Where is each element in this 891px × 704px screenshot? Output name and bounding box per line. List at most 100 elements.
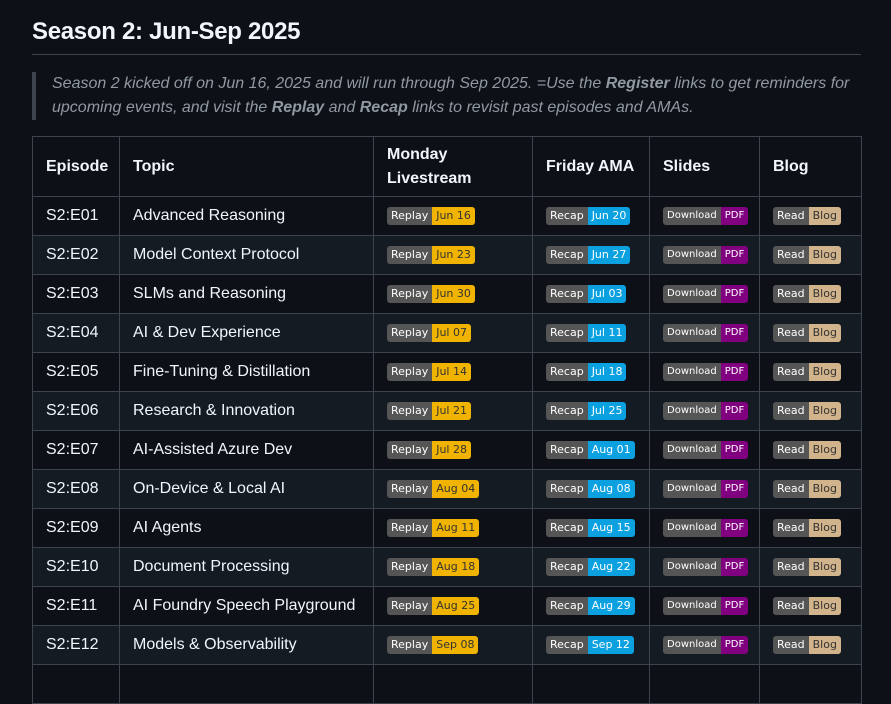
slides-cell: Download PDF — [649, 196, 760, 236]
replay-badge[interactable]: Replay Jul 28 — [387, 440, 471, 459]
recap-badge[interactable]: Recap Aug 01 — [546, 440, 635, 459]
replay-badge-value: Jul 07 — [432, 323, 471, 342]
download-pdf-badge-value: PDF — [720, 557, 749, 576]
ama-cell: Recap Jun 27 — [532, 235, 650, 275]
replay-badge[interactable]: Replay Jun 30 — [387, 284, 475, 303]
recap-badge[interactable]: Recap Jul 11 — [546, 323, 627, 342]
recap-badge[interactable]: Recap Aug 08 — [546, 479, 635, 498]
download-pdf-badge[interactable]: Download PDF — [663, 323, 749, 342]
recap-badge[interactable]: Recap Jul 03 — [546, 284, 627, 303]
read-blog-badge[interactable]: Read Blog — [773, 206, 841, 225]
topic-cell: Document Processing — [119, 547, 374, 587]
table-row: S2:E10 Document Processing Replay Aug 18 … — [32, 547, 862, 587]
read-blog-badge-label: Read — [773, 557, 809, 576]
download-pdf-badge[interactable]: Download PDF — [663, 596, 749, 615]
blog-cell: Read Blog — [759, 235, 862, 275]
recap-badge[interactable]: Recap Jul 18 — [546, 362, 627, 381]
read-blog-badge[interactable]: Read Blog — [773, 401, 841, 420]
episode-cell: S2:E03 — [32, 274, 120, 314]
livestream-cell: Replay Jul 14 — [373, 352, 533, 392]
replay-badge-label: Replay — [387, 284, 433, 303]
table-row: S2:E06 Research & Innovation Replay Jul 2… — [32, 391, 862, 431]
table-row: S2:E03 SLMs and Reasoning Replay Jun 30 R… — [32, 274, 862, 314]
read-blog-badge[interactable]: Read Blog — [773, 440, 841, 459]
download-pdf-badge[interactable]: Download PDF — [663, 245, 749, 264]
replay-badge[interactable]: Replay Aug 11 — [387, 518, 480, 537]
intro-bold-register: Register — [605, 75, 670, 92]
replay-badge[interactable]: Replay Sep 08 — [387, 635, 479, 654]
recap-badge-value: Jul 18 — [587, 362, 627, 381]
replay-badge[interactable]: Replay Jul 21 — [387, 401, 471, 420]
recap-badge-value: Jul 11 — [587, 323, 627, 342]
blog-cell: Read Blog — [759, 586, 862, 626]
intro-text: Season 2 kicked off on Jun 16, 2025 and … — [52, 75, 606, 92]
blog-cell: Read Blog — [759, 352, 862, 392]
episode-cell: S2:E02 — [32, 235, 120, 275]
download-pdf-badge[interactable]: Download PDF — [663, 362, 749, 381]
slides-cell: Download PDF — [649, 274, 760, 314]
read-blog-badge[interactable]: Read Blog — [773, 245, 841, 264]
recap-badge[interactable]: Recap Aug 29 — [546, 596, 635, 615]
download-pdf-badge[interactable]: Download PDF — [663, 557, 749, 576]
header-slides: Slides — [649, 136, 760, 197]
replay-badge[interactable]: Replay Aug 04 — [387, 479, 480, 498]
replay-badge-label: Replay — [387, 518, 433, 537]
download-pdf-badge[interactable]: Download PDF — [663, 401, 749, 420]
download-pdf-badge[interactable]: Download PDF — [663, 518, 749, 537]
recap-badge[interactable]: Recap Aug 22 — [546, 557, 635, 576]
read-blog-badge-label: Read — [773, 518, 809, 537]
livestream-cell: Replay Aug 25 — [373, 586, 533, 626]
read-blog-badge-label: Read — [773, 362, 809, 381]
download-pdf-badge[interactable]: Download PDF — [663, 635, 749, 654]
download-pdf-badge[interactable]: Download PDF — [663, 284, 749, 303]
topic-cell: Advanced Reasoning — [119, 196, 374, 236]
read-blog-badge[interactable]: Read Blog — [773, 518, 841, 537]
recap-badge[interactable]: Recap Aug 15 — [546, 518, 635, 537]
download-pdf-badge-label: Download — [663, 284, 721, 303]
blog-cell: Read Blog — [759, 313, 862, 353]
topic-cell: AI-Assisted Azure Dev — [119, 430, 374, 470]
read-blog-badge[interactable]: Read Blog — [773, 479, 841, 498]
download-pdf-badge-label: Download — [663, 245, 721, 264]
download-pdf-badge-label: Download — [663, 440, 721, 459]
read-blog-badge[interactable]: Read Blog — [773, 635, 841, 654]
replay-badge-value: Aug 11 — [432, 518, 480, 537]
download-pdf-badge-label: Download — [663, 323, 721, 342]
ama-cell: Recap Jun 20 — [532, 196, 650, 236]
download-pdf-badge-value: PDF — [720, 479, 749, 498]
recap-badge-label: Recap — [546, 206, 588, 225]
replay-badge[interactable]: Replay Jul 14 — [387, 362, 471, 381]
recap-badge-label: Recap — [546, 440, 588, 459]
read-blog-badge-value: Blog — [808, 323, 841, 342]
ama-cell: Recap Aug 29 — [532, 586, 650, 626]
livestream-cell: Replay Jul 21 — [373, 391, 533, 431]
read-blog-badge[interactable]: Read Blog — [773, 596, 841, 615]
slides-cell: Download PDF — [649, 586, 760, 626]
recap-badge[interactable]: Recap Sep 12 — [546, 635, 634, 654]
slides-cell: Download PDF — [649, 430, 760, 470]
replay-badge[interactable]: Replay Aug 25 — [387, 596, 480, 615]
recap-badge-value: Aug 01 — [587, 440, 635, 459]
read-blog-badge[interactable]: Read Blog — [773, 323, 841, 342]
replay-badge[interactable]: Replay Jun 23 — [387, 245, 475, 264]
download-pdf-badge[interactable]: Download PDF — [663, 440, 749, 459]
page-title: Season 2: Jun-Sep 2025 — [32, 18, 301, 45]
read-blog-badge-value: Blog — [808, 518, 841, 537]
download-pdf-badge[interactable]: Download PDF — [663, 479, 749, 498]
read-blog-badge[interactable]: Read Blog — [773, 284, 841, 303]
recap-badge[interactable]: Recap Jul 25 — [546, 401, 627, 420]
recap-badge-label: Recap — [546, 518, 588, 537]
read-blog-badge[interactable]: Read Blog — [773, 362, 841, 381]
episode-cell: S2:E05 — [32, 352, 120, 392]
replay-badge[interactable]: Replay Aug 18 — [387, 557, 480, 576]
read-blog-badge[interactable]: Read Blog — [773, 557, 841, 576]
replay-badge[interactable]: Replay Jul 07 — [387, 323, 471, 342]
cell — [649, 664, 760, 704]
replay-badge-label: Replay — [387, 596, 433, 615]
recap-badge[interactable]: Recap Jun 20 — [546, 206, 631, 225]
download-pdf-badge[interactable]: Download PDF — [663, 206, 749, 225]
read-blog-badge-label: Read — [773, 635, 809, 654]
recap-badge[interactable]: Recap Jun 27 — [546, 245, 631, 264]
replay-badge[interactable]: Replay Jun 16 — [387, 206, 475, 225]
topic-cell: AI & Dev Experience — [119, 313, 374, 353]
